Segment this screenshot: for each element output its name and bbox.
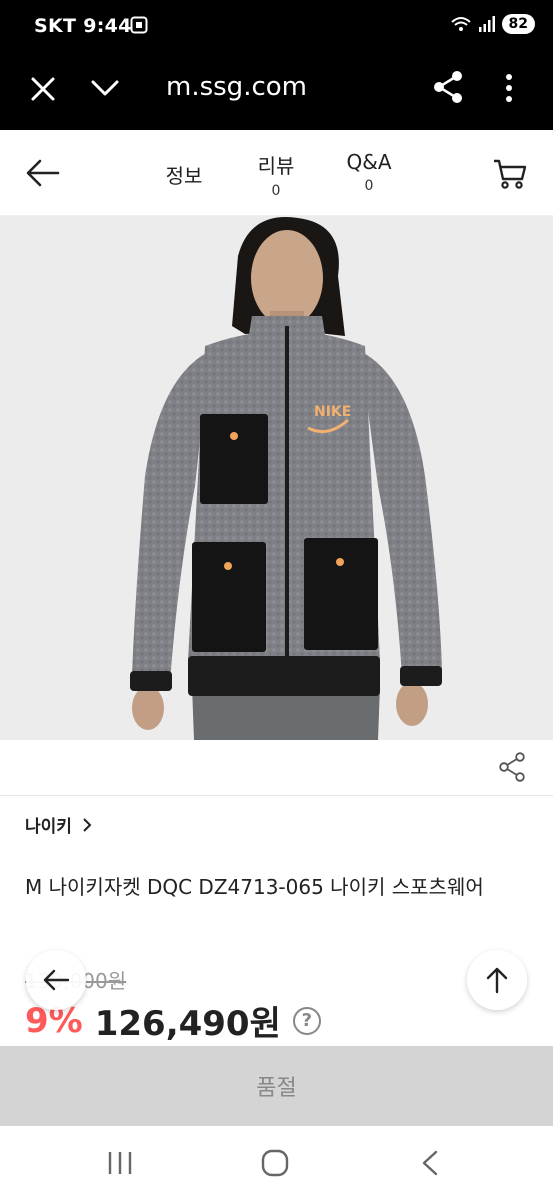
tab-review-label: 리뷰: [257, 154, 295, 178]
recent-apps-icon[interactable]: [106, 1150, 134, 1176]
close-icon[interactable]: [30, 76, 56, 102]
chevron-right-icon: [83, 817, 92, 832]
share-icon[interactable]: [498, 752, 526, 782]
price-help-icon[interactable]: ?: [292, 1006, 321, 1035]
share-icon[interactable]: [432, 70, 464, 104]
back-arrow-icon: [43, 969, 70, 991]
screenshot-icon: [130, 16, 148, 34]
tab-info-label: 정보: [165, 164, 203, 188]
floating-back-button[interactable]: [26, 950, 86, 1010]
tab-qna-count: 0: [364, 178, 374, 194]
scroll-top-button[interactable]: [467, 950, 527, 1010]
product-image[interactable]: NIKE: [0, 216, 553, 740]
signal-icon: [478, 16, 495, 32]
brand-name: 나이키: [25, 817, 72, 837]
product-title: M 나이키자켓 DQC DZ4713-065 나이키 스포츠웨어: [25, 875, 484, 899]
jacket-illustration: NIKE: [0, 216, 553, 740]
arrow-up-icon: [486, 967, 508, 994]
chevron-down-icon[interactable]: [90, 78, 120, 98]
tab-qna-label: Q&A: [346, 150, 392, 174]
tab-qna[interactable]: Q&A 0: [340, 150, 398, 194]
battery-badge: 82: [501, 14, 535, 34]
tab-review[interactable]: 리뷰 0: [250, 150, 302, 199]
tab-info[interactable]: 정보: [158, 160, 210, 189]
brand-link[interactable]: 나이키: [25, 812, 92, 837]
back-arrow-icon[interactable]: [26, 159, 60, 187]
soldout-button[interactable]: 품절: [0, 1046, 553, 1126]
status-carrier-time: SKT 9:44: [34, 15, 132, 37]
share-row: [0, 740, 553, 796]
cart-icon[interactable]: [492, 158, 528, 190]
url-field[interactable]: m.ssg.com: [166, 72, 307, 102]
tab-review-count: 0: [271, 183, 281, 199]
svg-text:NIKE: NIKE: [314, 404, 351, 420]
wifi-icon: [450, 17, 471, 31]
status-bar: SKT 9:44 82: [0, 0, 553, 52]
browser-toolbar: m.ssg.com: [0, 52, 553, 130]
home-icon[interactable]: [261, 1149, 289, 1177]
system-nav-bar: [0, 1126, 553, 1200]
sale-price: 126,490원: [94, 1004, 281, 1044]
product-header: 정보 리뷰 0 Q&A 0: [0, 130, 553, 216]
back-icon[interactable]: [420, 1150, 440, 1176]
more-vertical-icon[interactable]: [502, 72, 516, 104]
status-right: 82: [450, 14, 535, 34]
